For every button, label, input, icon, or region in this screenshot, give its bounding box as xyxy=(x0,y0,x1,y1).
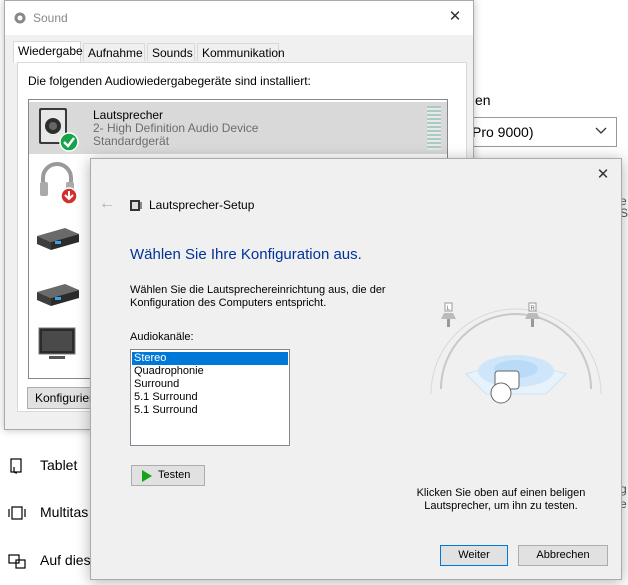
nav-item-label: Multitas xyxy=(40,504,89,520)
chevron-down-icon xyxy=(595,127,607,134)
multitasking-icon xyxy=(8,506,26,520)
headphones-icon xyxy=(40,162,78,204)
wizard-description: Wählen Sie die Lautsprechereinrichtung a… xyxy=(130,284,386,309)
audio-channels-list[interactable]: Stereo Quadrophonie Surround 5.1 Surroun… xyxy=(130,349,290,446)
channel-option-stereo[interactable]: Stereo xyxy=(132,352,288,365)
channel-option-5-1-surround-b[interactable]: 5.1 Surround xyxy=(132,404,288,417)
test-button-label: Testen xyxy=(158,469,191,481)
back-arrow-icon[interactable]: ← xyxy=(99,195,117,213)
close-icon[interactable]: ✕ xyxy=(593,165,613,185)
speaker-app-icon xyxy=(14,12,26,24)
tablet-icon xyxy=(10,458,22,474)
audio-receiver-icon xyxy=(37,228,79,250)
sound-titlebar: Sound ✕ xyxy=(5,1,473,35)
speaker-layout-diagram[interactable]: L R xyxy=(421,299,611,429)
speaker-setup-wizard: ✕ ← Lautsprecher-Setup Wählen Sie Ihre K… xyxy=(90,158,622,580)
channel-option-surround[interactable]: Surround xyxy=(132,378,288,391)
wizard-title: Lautsprecher-Setup xyxy=(149,198,255,212)
speaker-right[interactable]: R xyxy=(525,302,540,327)
speaker-setup-icon xyxy=(130,200,142,211)
tab-sounds[interactable]: Sounds xyxy=(147,43,195,61)
channel-option-5-1-surround-a[interactable]: 5.1 Surround xyxy=(132,391,288,404)
nav-item-label: Tablet xyxy=(40,457,78,473)
settings-label-fragment: en xyxy=(475,92,491,108)
cancel-button[interactable]: Abbrechen xyxy=(518,545,608,566)
device-select-value: Pro 9000) xyxy=(472,124,534,140)
device-description: 2- High Definition Audio Device Standard… xyxy=(93,122,258,148)
playback-intro: Die folgenden Audiowiedergabegeräte sind… xyxy=(28,74,311,88)
channel-option-quadrophonie[interactable]: Quadrophonie xyxy=(132,365,288,378)
device-name: Lautsprecher xyxy=(93,108,164,122)
speaker-left[interactable]: L xyxy=(441,302,456,327)
wizard-hint: Klicken Sie oben auf einen beligen Lauts… xyxy=(416,487,586,512)
speaker-device-icon xyxy=(39,108,79,152)
tab-wiedergabe[interactable]: Wiedergabe xyxy=(13,41,83,63)
tab-aufnahme[interactable]: Aufnahme xyxy=(83,43,145,61)
configure-button[interactable]: Konfigurieren xyxy=(27,387,97,409)
volume-level-meter xyxy=(427,106,441,150)
device-select[interactable]: Pro 9000) xyxy=(467,117,617,147)
device-item-speakers[interactable]: Lautsprecher 2- High Definition Audio De… xyxy=(29,102,447,154)
play-icon xyxy=(142,470,152,482)
close-icon[interactable]: ✕ xyxy=(445,7,465,27)
wizard-heading: Wählen Sie Ihre Konfiguration aus. xyxy=(130,246,362,263)
nav-item-label: Auf dies xyxy=(40,552,91,568)
tab-kommunikation[interactable]: Kommunikation xyxy=(197,43,285,61)
device-status: Standardgerät xyxy=(93,134,170,148)
speaker-right-label: R xyxy=(531,306,536,312)
project-icon xyxy=(8,554,26,569)
monitor-icon xyxy=(38,327,76,359)
test-button[interactable]: Testen xyxy=(131,465,205,486)
next-button[interactable]: Weiter xyxy=(440,545,508,566)
audio-channels-label: Audiokanäle: xyxy=(130,331,194,343)
audio-receiver-icon xyxy=(37,284,79,306)
sound-title: Sound xyxy=(33,11,68,25)
